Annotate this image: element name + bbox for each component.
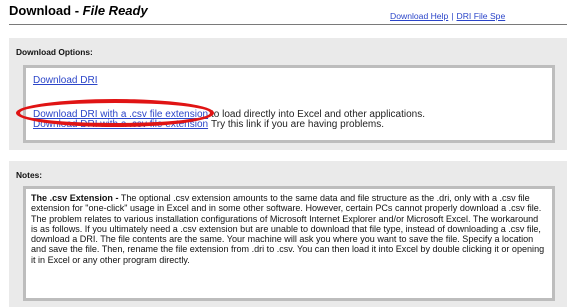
download-help-link[interactable]: Download Help <box>390 11 448 21</box>
link-separator: | <box>451 11 454 21</box>
page-title: Download - File Ready <box>9 3 148 18</box>
download-dri-link[interactable]: Download DRI <box>33 75 97 86</box>
csv-extension-heading: The .csv Extension - <box>31 193 119 203</box>
header-divider <box>9 24 567 25</box>
notes-heading: Notes: <box>16 170 43 180</box>
download-csv-alt-description: Try this link if you are having problems… <box>211 119 385 130</box>
notes-panel: Notes: The .csv Extension - The optional… <box>9 161 567 307</box>
notes-box: The .csv Extension - The optional .csv e… <box>23 186 555 301</box>
dri-file-spec-link[interactable]: DRI File Spe <box>457 11 506 21</box>
csv-extension-body: The optional .csv extension amounts to t… <box>31 193 545 265</box>
title-prefix: Download - <box>9 3 83 18</box>
header-links: Download Help | DRI File Spe <box>390 11 505 21</box>
notes-text: The .csv Extension - The optional .csv e… <box>31 193 547 265</box>
title-status: File Ready <box>82 3 148 18</box>
download-options-panel: Download Options: <box>9 38 567 150</box>
red-highlight-circle <box>16 99 214 127</box>
download-options-heading: Download Options: <box>16 47 93 57</box>
page-header: Download - File Ready Download Help | DRI … <box>0 0 567 26</box>
